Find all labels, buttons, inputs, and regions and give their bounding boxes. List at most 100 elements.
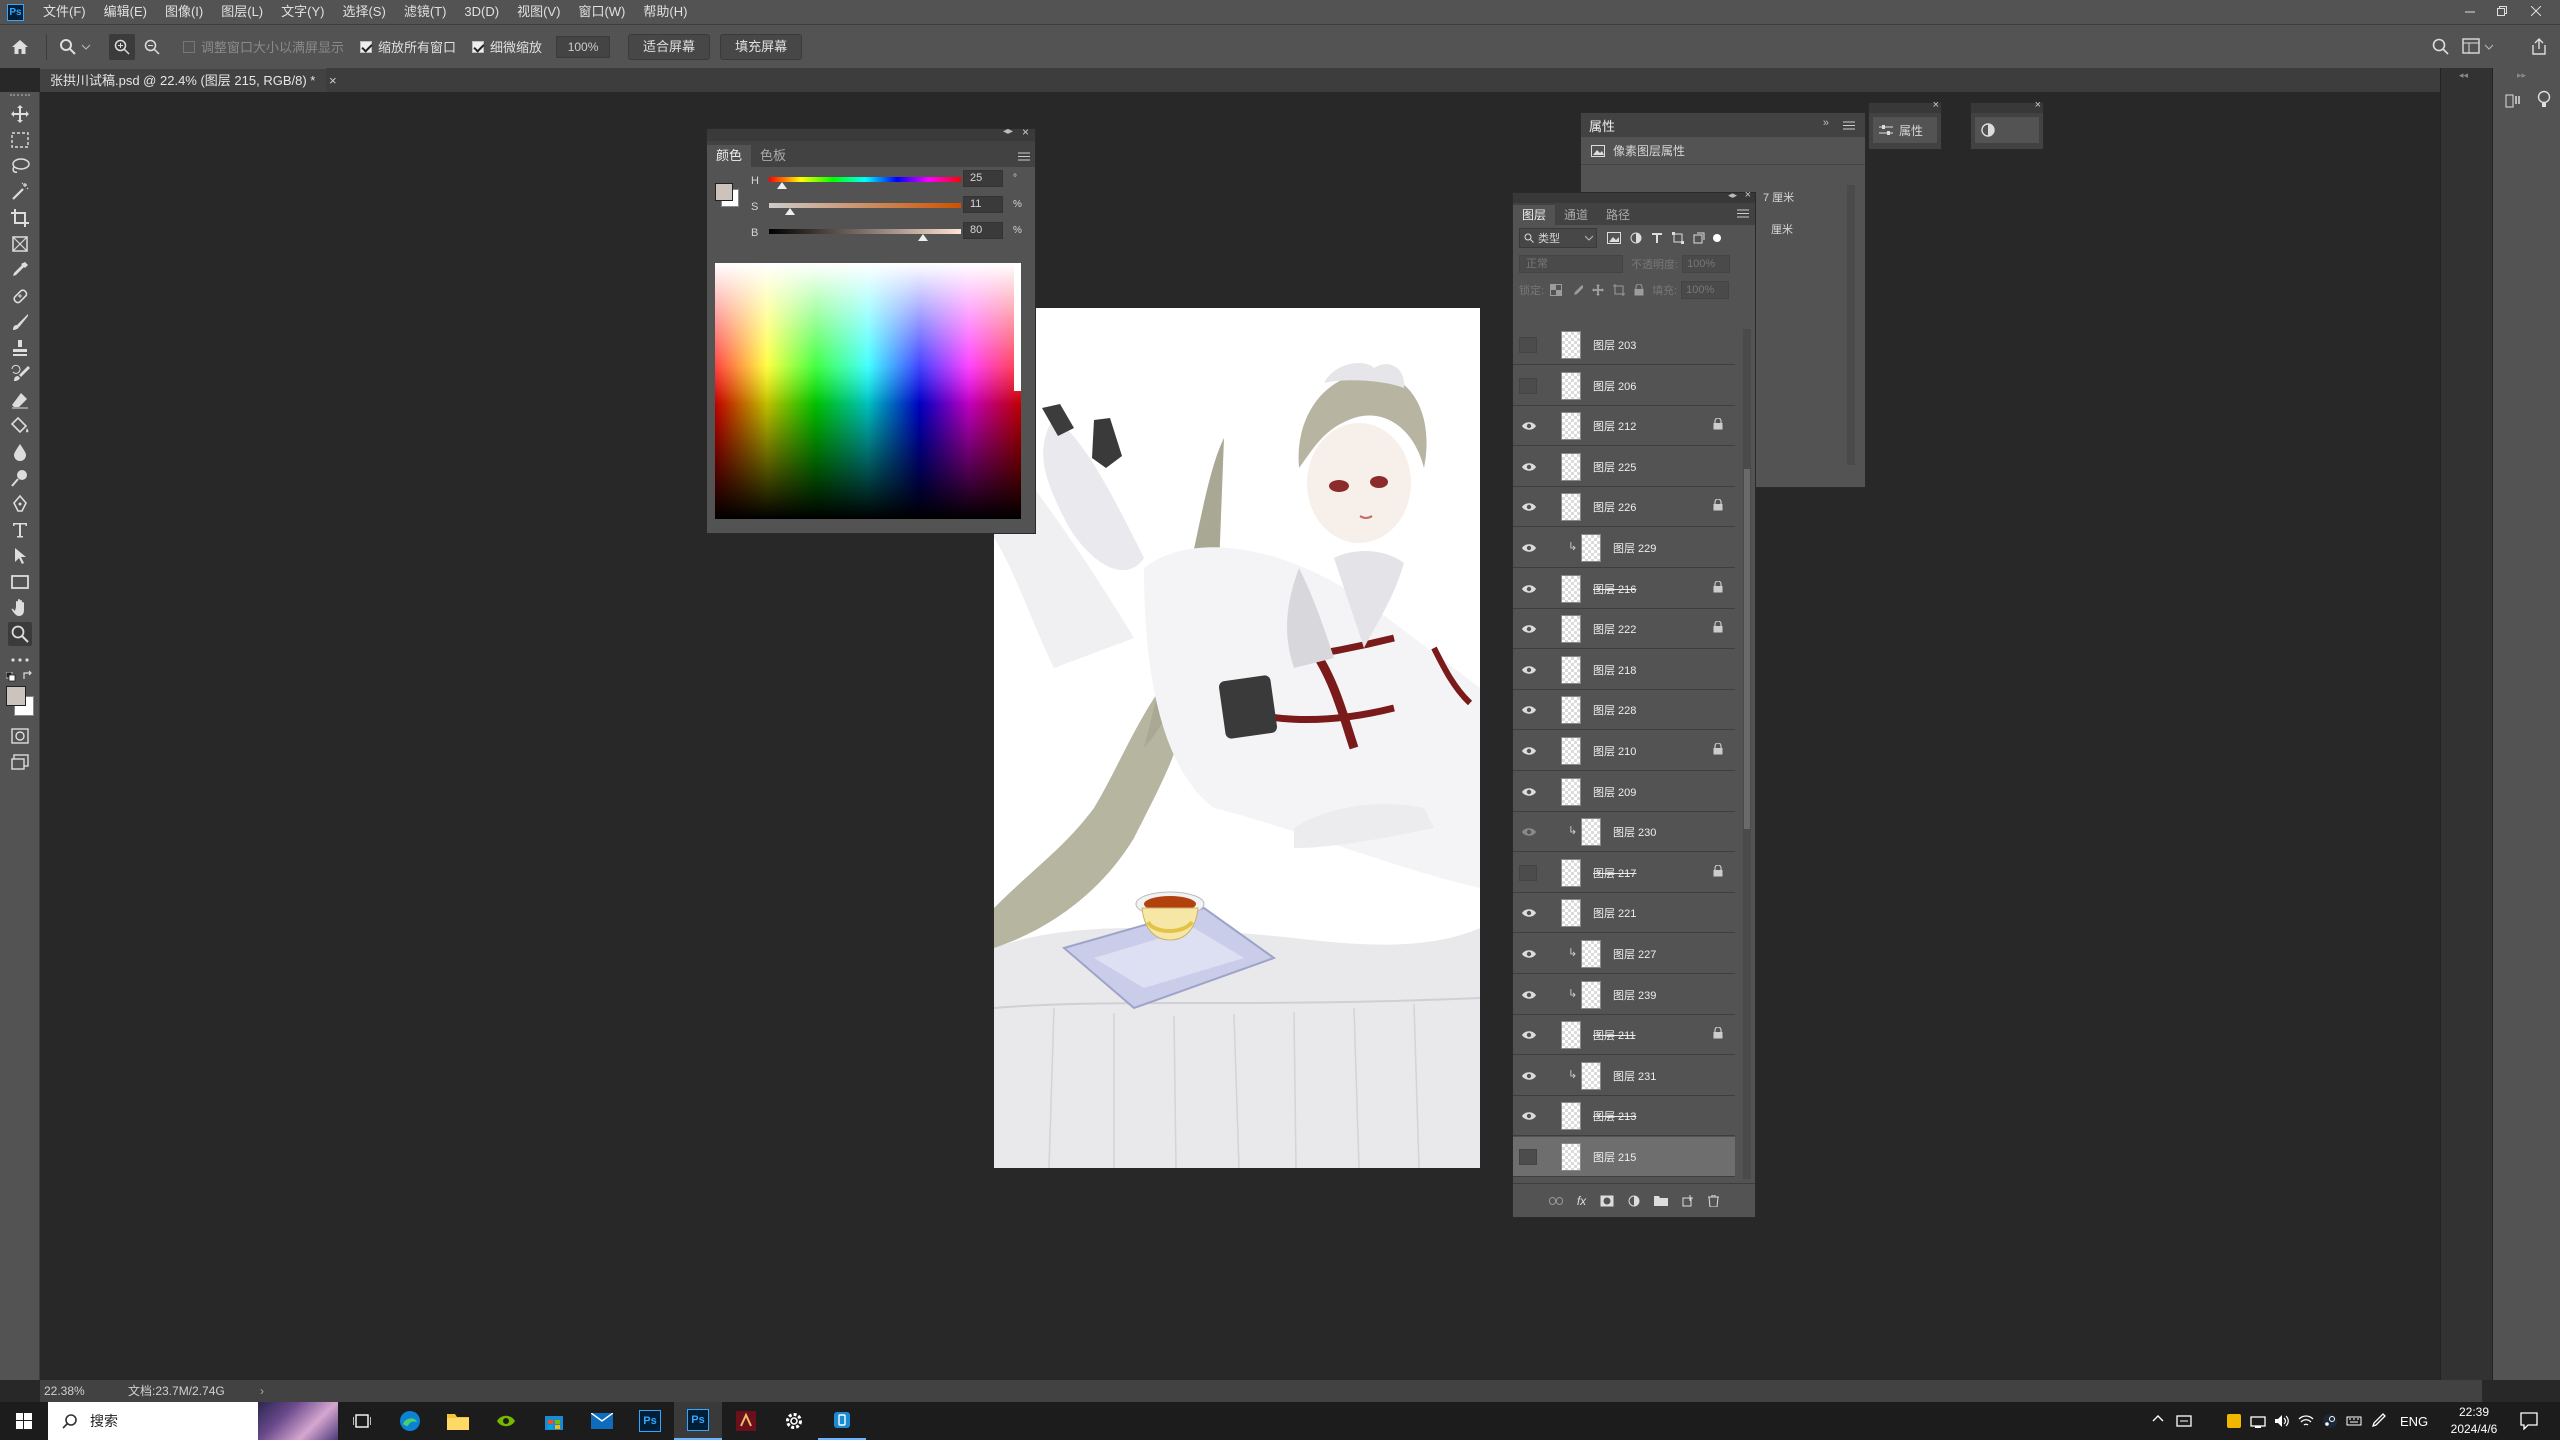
- blend-mode-select[interactable]: 正常: [1519, 255, 1623, 273]
- zoom-all-windows-checkbox[interactable]: 缩放所有窗口: [360, 37, 456, 56]
- layer-row[interactable]: ↳ 图层 239: [1513, 974, 1735, 1015]
- document-canvas[interactable]: [994, 308, 1480, 1168]
- clone-stamp-tool-icon[interactable]: [8, 336, 32, 360]
- hue-value-field[interactable]: 25: [963, 170, 1003, 187]
- layer-thumbnail[interactable]: [1561, 371, 1581, 400]
- collapse-panel-icon[interactable]: ◂▸: [1003, 126, 1013, 137]
- layer-thumbnail[interactable]: [1561, 412, 1581, 441]
- layer-thumbnail[interactable]: [1581, 980, 1601, 1009]
- clock[interactable]: 22:39 2024/4/6: [2444, 1404, 2504, 1438]
- expand-icon[interactable]: »: [1823, 117, 1829, 129]
- tray-yellow-icon[interactable]: [2226, 1413, 2242, 1429]
- fit-screen-button[interactable]: 适合屏幕: [628, 33, 711, 60]
- layer-row[interactable]: ↳ 图层 229: [1513, 528, 1735, 568]
- layer-name[interactable]: 图层 212: [1593, 418, 1636, 434]
- notification-icon[interactable]: [2520, 1412, 2538, 1430]
- eye-icon[interactable]: [1521, 664, 1537, 676]
- rectangle-tool-icon[interactable]: [8, 570, 32, 594]
- lock-image-icon[interactable]: [1571, 284, 1584, 296]
- layer-name[interactable]: 图层 209: [1593, 784, 1636, 800]
- layer-row[interactable]: ↳ 图层 227: [1513, 934, 1735, 974]
- eye-icon[interactable]: [1521, 1110, 1537, 1122]
- pen-input-icon[interactable]: [2370, 1413, 2386, 1429]
- layer-row[interactable]: 图层 211: [1513, 1015, 1735, 1056]
- layer-thumbnail[interactable]: [1561, 737, 1581, 765]
- volume-icon[interactable]: [2274, 1413, 2290, 1429]
- color-fg-swatch[interactable]: [715, 183, 733, 201]
- layer-name[interactable]: 图层 226: [1593, 499, 1636, 515]
- phone-link-icon[interactable]: [818, 1402, 866, 1440]
- saturation-slider-handle[interactable]: [785, 208, 796, 215]
- brightness-value-field[interactable]: 80: [963, 222, 1003, 239]
- workspace-icon[interactable]: [2462, 38, 2494, 54]
- close-tab-icon[interactable]: ×: [329, 73, 337, 88]
- menu-item[interactable]: 文字(Y): [272, 0, 333, 24]
- layer-name[interactable]: 图层 229: [1613, 540, 1656, 556]
- home-icon[interactable]: [0, 25, 40, 69]
- history-brush-tool-icon[interactable]: [8, 362, 32, 386]
- menu-item[interactable]: 滤镜(T): [395, 0, 456, 24]
- document-tab[interactable]: 张拱川试稿.psd @ 22.4% (图层 215, RGB/8) * ×: [40, 68, 337, 92]
- filter-shape-icon[interactable]: [1672, 232, 1684, 244]
- layer-name[interactable]: 图层 222: [1593, 621, 1636, 637]
- search-icon[interactable]: [2432, 38, 2450, 56]
- language-indicator[interactable]: ENG: [2400, 1414, 2428, 1429]
- default-colors-icon[interactable]: [6, 672, 16, 682]
- eye-icon[interactable]: [1521, 907, 1537, 919]
- eye-icon[interactable]: [1521, 542, 1537, 554]
- visibility-toggle-empty[interactable]: [1519, 377, 1537, 394]
- saturation-value-field[interactable]: 11: [963, 196, 1003, 213]
- pen-tool-icon[interactable]: [8, 492, 32, 516]
- layer-thumbnail[interactable]: [1581, 940, 1601, 968]
- share-icon[interactable]: [2530, 38, 2548, 56]
- layer-thumbnail[interactable]: [1561, 777, 1581, 806]
- taskbar-search[interactable]: 搜索: [48, 1402, 338, 1440]
- layer-name[interactable]: 图层 218: [1593, 662, 1636, 678]
- zoom-tool-icon[interactable]: [8, 622, 32, 646]
- menu-item[interactable]: 图像(I): [156, 0, 212, 24]
- filter-toggle[interactable]: [1713, 234, 1721, 242]
- layer-thumbnail[interactable]: [1581, 1061, 1601, 1090]
- move-tool-icon[interactable]: [8, 102, 32, 126]
- tab-swatches[interactable]: 色板: [751, 145, 795, 167]
- delete-layer-icon[interactable]: [1708, 1194, 1720, 1207]
- lock-artboard-icon[interactable]: [1613, 284, 1626, 296]
- layer-row[interactable]: 图层 221: [1513, 893, 1735, 934]
- screen-mode-icon[interactable]: [8, 750, 32, 774]
- wifi-icon[interactable]: [2298, 1413, 2314, 1429]
- menu-item[interactable]: 文件(F): [34, 0, 95, 24]
- layer-row[interactable]: 图层 226: [1513, 487, 1735, 528]
- layer-row[interactable]: 图层 206: [1513, 365, 1735, 406]
- layer-thumbnail[interactable]: [1561, 1102, 1581, 1131]
- marquee-tool-icon[interactable]: [8, 128, 32, 152]
- layer-row[interactable]: 图层 228: [1513, 690, 1735, 731]
- mail-icon[interactable]: [578, 1402, 626, 1440]
- close-panel-icon[interactable]: ×: [1022, 125, 1029, 139]
- task-view-icon[interactable]: [338, 1402, 386, 1440]
- eye-icon[interactable]: [1521, 704, 1537, 716]
- layer-thumbnail[interactable]: [1561, 899, 1581, 928]
- minimize-icon[interactable]: [2454, 0, 2486, 22]
- lock-all-icon[interactable]: [1634, 284, 1644, 296]
- eyedropper-tool-icon[interactable]: [8, 258, 32, 282]
- more-tools-icon[interactable]: [8, 648, 32, 672]
- color-spectrum[interactable]: [715, 263, 1021, 519]
- layer-row[interactable]: 图层 212: [1513, 406, 1735, 447]
- filter-adjustment-icon[interactable]: [1630, 232, 1642, 244]
- layer-name[interactable]: 图层 221: [1593, 905, 1636, 921]
- layer-row[interactable]: 图层 203: [1513, 325, 1735, 365]
- layer-name[interactable]: 图层 211: [1593, 1027, 1636, 1043]
- settings-gear-icon[interactable]: [770, 1402, 818, 1440]
- layer-filter-select[interactable]: 类型: [1519, 228, 1597, 248]
- menu-item[interactable]: 选择(S): [333, 0, 394, 24]
- layer-row[interactable]: 图层 218: [1513, 649, 1735, 690]
- layer-row[interactable]: 图层 209: [1513, 771, 1735, 812]
- brightness-slider[interactable]: [769, 229, 961, 234]
- dodge-tool-icon[interactable]: [8, 466, 32, 490]
- link-layers-icon[interactable]: [1548, 1196, 1563, 1205]
- layer-name[interactable]: 图层 216: [1593, 581, 1636, 597]
- history-icon[interactable]: [2505, 92, 2523, 110]
- menu-item[interactable]: 视图(V): [508, 0, 569, 24]
- new-layer-icon[interactable]: [1682, 1194, 1694, 1207]
- properties-mini-button[interactable]: 属性: [1873, 117, 1937, 143]
